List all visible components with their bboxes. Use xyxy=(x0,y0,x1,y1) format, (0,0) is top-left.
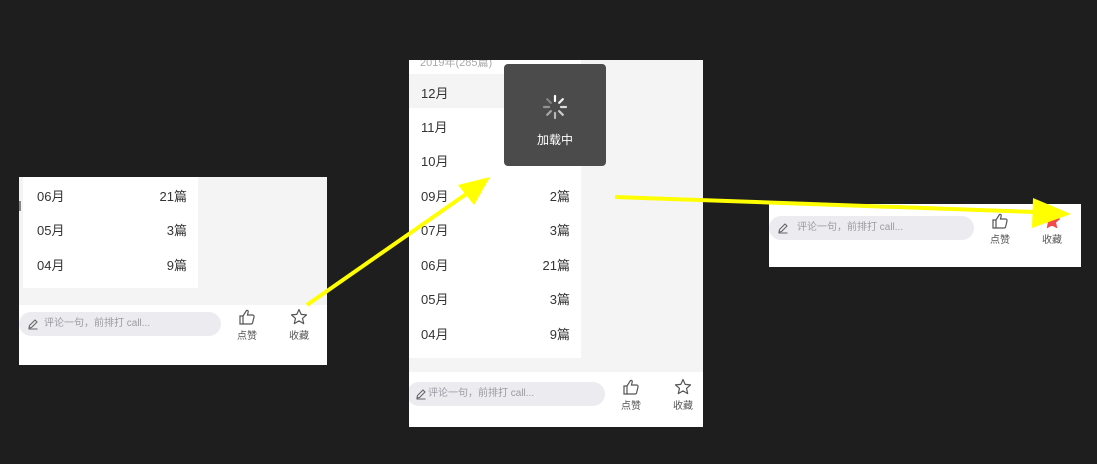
month-label: 10月 xyxy=(421,154,449,169)
year-header: 2019年(285篇) xyxy=(420,60,493,69)
thumbs-up-icon xyxy=(992,213,1008,229)
star-outline-icon xyxy=(290,308,308,325)
pencil-icon xyxy=(28,319,38,330)
star-filled-icon xyxy=(1044,213,1060,229)
month-row[interactable]: 05月 3篇 xyxy=(409,280,581,314)
month-label: 04月 xyxy=(37,258,65,273)
month-label: 05月 xyxy=(421,292,449,307)
favorite-button[interactable]: 收藏 xyxy=(665,378,701,412)
comment-placeholder: 评论一句，前排打 call... xyxy=(428,388,535,399)
article-count: 9篇 xyxy=(549,327,570,342)
month-label: 07月 xyxy=(421,223,449,238)
month-label: 06月 xyxy=(421,258,449,273)
loading-text: 加载中 xyxy=(536,133,573,147)
article-count: 9篇 xyxy=(166,258,187,273)
like-label: 点赞 xyxy=(237,331,257,342)
month-list: 06月 21篇 05月 3篇 04月 9篇 xyxy=(23,177,198,288)
star-outline-icon xyxy=(674,378,692,395)
left-edge-mark xyxy=(19,201,21,211)
comment-placeholder: 评论一句，前排打 call... xyxy=(44,318,151,329)
article-count: 21篇 xyxy=(159,189,187,204)
month-row[interactable]: 04月 9篇 xyxy=(409,315,581,349)
comment-input[interactable]: 评论一句，前排打 call... xyxy=(769,216,974,240)
thumbs-up-icon xyxy=(239,309,255,325)
month-label: 09月 xyxy=(421,189,449,204)
month-label: 11月 xyxy=(421,120,448,135)
favorite-label: 收藏 xyxy=(673,401,693,412)
like-label: 点赞 xyxy=(990,235,1010,246)
comment-input[interactable]: 评论一句，前排打 call... xyxy=(19,312,221,336)
month-label: 12月 xyxy=(421,86,449,101)
comment-bar: 评论一句，前排打 call... 点赞 收藏 xyxy=(19,305,327,365)
comment-bar: 评论一句，前排打 call... 点赞 收藏 xyxy=(409,372,703,427)
favorite-label: 收藏 xyxy=(1042,235,1062,246)
like-button[interactable]: 点赞 xyxy=(982,212,1018,246)
article-count: 2篇 xyxy=(549,189,570,204)
favorite-label: 收藏 xyxy=(289,331,309,342)
month-row[interactable]: 07月 3篇 xyxy=(409,211,581,245)
month-row[interactable]: 06月 21篇 xyxy=(23,177,198,211)
left-screen: 06月 21篇 05月 3篇 04月 9篇 评论一句，前排打 call... 点… xyxy=(19,177,327,365)
article-count: 3篇 xyxy=(549,292,570,307)
article-count: 3篇 xyxy=(166,223,187,238)
month-row[interactable]: 04月 9篇 xyxy=(23,246,198,280)
month-row[interactable]: 06月 21篇 xyxy=(409,246,581,280)
comment-placeholder: 评论一句，前排打 call... xyxy=(797,222,904,233)
month-label: 04月 xyxy=(421,327,449,342)
pencil-icon xyxy=(778,223,788,234)
month-row[interactable]: 05月 3篇 xyxy=(23,211,198,245)
comment-input[interactable]: 评论一句，前排打 call... xyxy=(409,382,605,406)
middle-screen: 2019年(285篇) 12月 11月 10月 09月 2篇 07月 3篇 06… xyxy=(409,60,703,427)
thumbs-up-icon xyxy=(623,379,639,395)
article-count: 3篇 xyxy=(549,223,570,238)
article-count: 21篇 xyxy=(542,258,570,273)
like-label: 点赞 xyxy=(621,401,641,412)
favorite-button[interactable]: 收藏 xyxy=(281,308,317,342)
pencil-icon xyxy=(416,389,426,400)
loading-toast: 加载中 xyxy=(504,64,606,166)
like-button[interactable]: 点赞 xyxy=(229,308,265,342)
month-row[interactable]: 09月 2篇 xyxy=(409,177,581,211)
month-label: 06月 xyxy=(37,189,65,204)
right-screen: 评论一句，前排打 call... 点赞 收藏 xyxy=(769,204,1081,267)
loading-spinner-icon xyxy=(542,94,568,120)
month-label: 05月 xyxy=(37,223,65,238)
favorite-button[interactable]: 收藏 xyxy=(1034,212,1070,246)
like-button[interactable]: 点赞 xyxy=(613,378,649,412)
